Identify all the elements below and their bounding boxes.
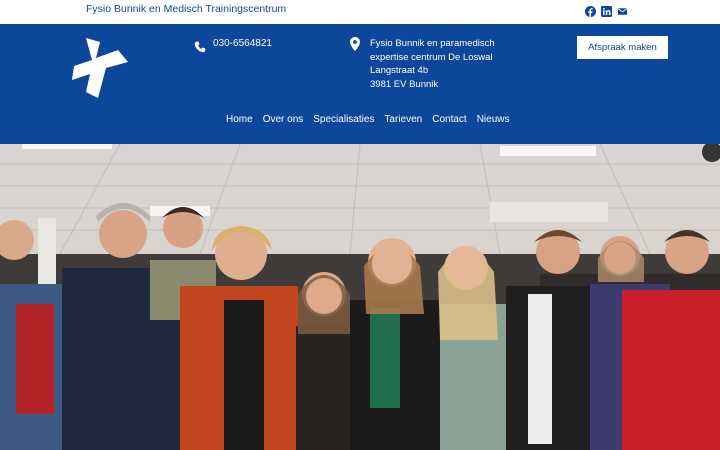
main-nav: Home Over ons Specialisaties Tarieven Co… — [226, 114, 510, 125]
phone-icon — [194, 41, 206, 53]
address-line: Langstraat 4b — [370, 65, 429, 76]
top-bar: Fysio Bunnik en Medisch Trainingscentrum — [0, 0, 720, 24]
address-line: Fysio Bunnik en paramedisch — [370, 38, 495, 49]
nav-item-nieuws[interactable]: Nieuws — [477, 114, 510, 125]
address-line: 3981 EV Bunnik — [370, 78, 439, 90]
logo[interactable] — [70, 36, 130, 100]
address-block: Fysio Bunnik en paramedisch expertise ce… — [370, 37, 495, 91]
linkedin-icon[interactable] — [601, 6, 612, 17]
location-pin-icon — [350, 37, 360, 51]
nav-item-home[interactable]: Home — [226, 114, 253, 125]
team-photo-illustration — [0, 144, 720, 450]
facebook-icon[interactable] — [585, 6, 596, 17]
site-header: 030-6564821 Fysio Bunnik en paramedisch … — [0, 24, 720, 144]
nav-item-specialisaties[interactable]: Specialisaties — [313, 114, 374, 125]
nav-item-tarieven[interactable]: Tarieven — [384, 114, 422, 125]
team-photo — [0, 144, 720, 450]
phone-number[interactable]: 030-6564821 — [213, 38, 272, 49]
nav-item-contact[interactable]: Contact — [432, 114, 466, 125]
site-title[interactable]: Fysio Bunnik en Medisch Trainingscentrum — [86, 3, 286, 15]
address-line: expertise centrum De Loswal — [370, 51, 493, 63]
appointment-button[interactable]: Afspraak maken — [577, 36, 668, 59]
nav-item-over-ons[interactable]: Over ons — [263, 114, 304, 125]
mail-icon[interactable] — [617, 6, 628, 17]
